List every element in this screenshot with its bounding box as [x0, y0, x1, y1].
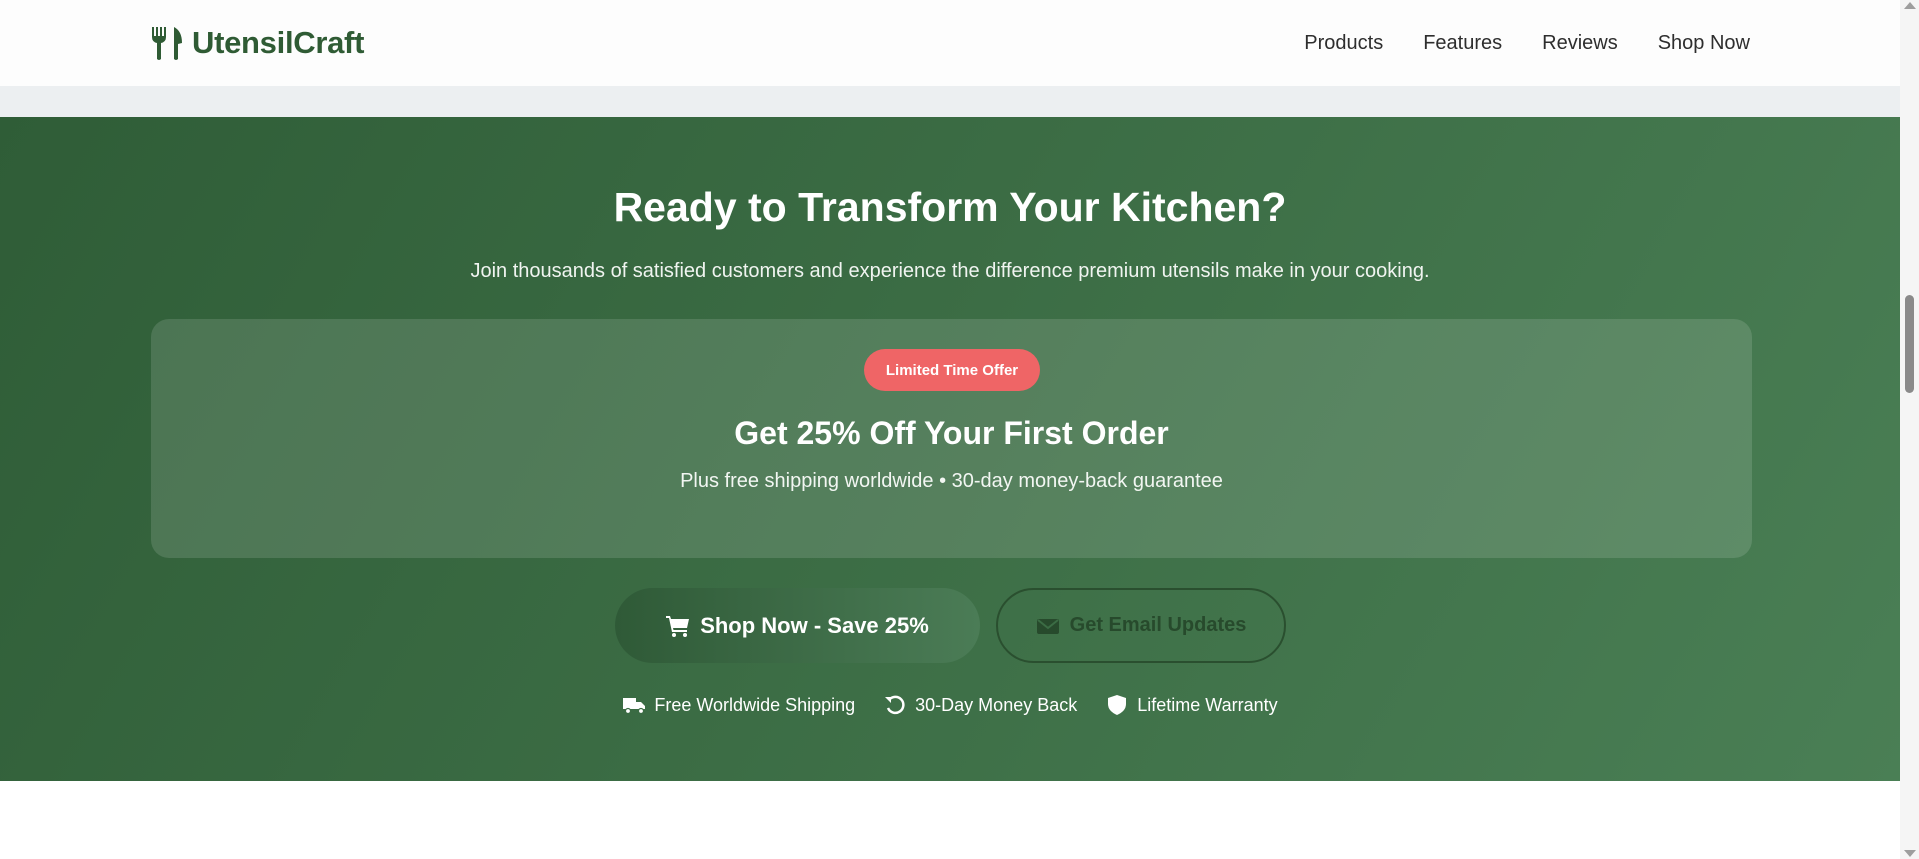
cta-subtitle: Join thousands of satisfied customers an…	[470, 260, 1430, 282]
envelope-icon	[1036, 618, 1059, 634]
guarantee-warranty-label: Lifetime Warranty	[1137, 694, 1278, 715]
site-header: UtensilCraft Products Features Reviews S…	[0, 0, 1900, 86]
guarantee-money-back: 30-Day Money Back	[883, 694, 1077, 716]
shield-icon	[1108, 695, 1127, 715]
email-updates-button[interactable]: Get Email Updates	[996, 588, 1286, 663]
page-scrollbar[interactable]	[1900, 0, 1919, 859]
guarantee-warranty: Lifetime Warranty	[1105, 694, 1278, 716]
utensils-icon	[152, 27, 182, 60]
page: UtensilCraft Products Features Reviews S…	[0, 0, 1919, 859]
shop-now-button[interactable]: Shop Now - Save 25%	[615, 588, 980, 663]
scroll-down-arrow-icon[interactable]	[1904, 850, 1916, 857]
offer-subtitle: Plus free shipping worldwide • 30-day mo…	[680, 470, 1223, 492]
offer-title: Get 25% Off Your First Order	[734, 415, 1169, 451]
offer-card: Limited Time Offer Get 25% Off Your Firs…	[151, 319, 1752, 558]
next-section	[0, 781, 1900, 859]
shipping-truck-icon	[623, 698, 646, 715]
guarantee-list: Free Worldwide Shipping 30-Day Money Bac…	[0, 694, 1900, 716]
nav-link-products[interactable]: Products	[1304, 32, 1383, 55]
header-inner: UtensilCraft Products Features Reviews S…	[150, 0, 1752, 86]
cta-title: Ready to Transform Your Kitchen?	[613, 184, 1287, 230]
shop-now-button-label: Shop Now - Save 25%	[700, 612, 929, 638]
main-nav: Products Features Reviews Shop Now	[1304, 32, 1752, 55]
header-divider-band	[0, 86, 1900, 117]
guarantee-shipping-label: Free Worldwide Shipping	[654, 694, 856, 715]
email-updates-button-label: Get Email Updates	[1069, 614, 1247, 636]
guarantee-shipping: Free Worldwide Shipping	[622, 694, 855, 716]
shopping-cart-icon	[666, 615, 690, 637]
scroll-up-arrow-icon[interactable]	[1904, 2, 1916, 9]
cta-section: Ready to Transform Your Kitchen? Join th…	[0, 117, 1900, 781]
brand-logo[interactable]: UtensilCraft	[150, 25, 364, 61]
guarantee-money-back-label: 30-Day Money Back	[915, 694, 1078, 715]
undo-icon	[885, 695, 905, 715]
nav-link-features[interactable]: Features	[1423, 32, 1502, 55]
limited-offer-badge: Limited Time Offer	[864, 349, 1040, 391]
nav-link-shop-now[interactable]: Shop Now	[1658, 32, 1750, 55]
brand-name: UtensilCraft	[192, 25, 365, 60]
scrollbar-thumb[interactable]	[1905, 295, 1914, 393]
nav-link-reviews[interactable]: Reviews	[1542, 32, 1618, 55]
